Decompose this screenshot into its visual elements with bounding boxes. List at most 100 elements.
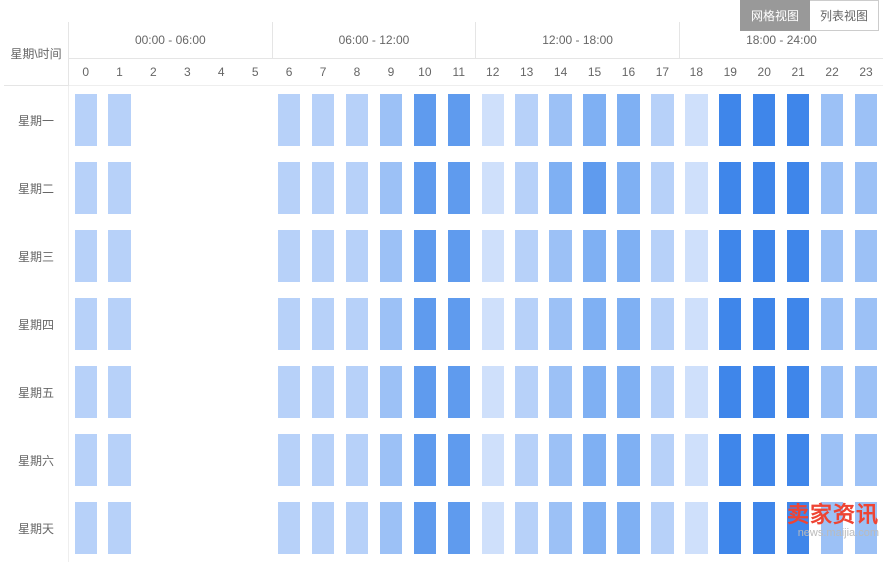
heat-cell[interactable] [102,154,136,222]
heat-cell[interactable] [238,154,272,222]
heat-cell[interactable] [612,86,646,155]
heat-cell[interactable] [510,494,544,562]
heat-cell[interactable] [340,494,374,562]
heat-cell[interactable] [849,154,883,222]
heat-cell[interactable] [170,358,204,426]
heat-cell[interactable] [510,154,544,222]
heat-cell[interactable] [272,290,306,358]
heat-cell[interactable] [815,494,849,562]
heat-cell[interactable] [102,86,136,155]
heat-cell[interactable] [170,426,204,494]
heat-cell[interactable] [272,222,306,290]
heat-cell[interactable] [442,358,476,426]
heat-cell[interactable] [578,426,612,494]
heat-cell[interactable] [578,86,612,155]
heat-cell[interactable] [306,86,340,155]
heat-cell[interactable] [849,290,883,358]
heat-cell[interactable] [612,494,646,562]
heat-cell[interactable] [645,494,679,562]
heat-cell[interactable] [612,154,646,222]
heat-cell[interactable] [849,358,883,426]
heat-cell[interactable] [645,154,679,222]
heat-cell[interactable] [340,426,374,494]
heat-cell[interactable] [170,222,204,290]
heat-cell[interactable] [747,426,781,494]
heat-cell[interactable] [306,222,340,290]
heat-cell[interactable] [306,290,340,358]
heat-cell[interactable] [544,358,578,426]
heat-cell[interactable] [781,86,815,155]
heat-cell[interactable] [713,222,747,290]
heat-cell[interactable] [510,358,544,426]
heat-cell[interactable] [170,154,204,222]
heat-cell[interactable] [849,222,883,290]
heat-cell[interactable] [476,494,510,562]
heat-cell[interactable] [747,494,781,562]
heat-cell[interactable] [510,290,544,358]
heat-cell[interactable] [578,494,612,562]
heat-cell[interactable] [679,222,713,290]
heat-cell[interactable] [510,86,544,155]
heat-cell[interactable] [815,86,849,155]
heat-cell[interactable] [374,222,408,290]
heat-cell[interactable] [713,86,747,155]
heat-cell[interactable] [713,494,747,562]
heat-cell[interactable] [204,154,238,222]
heat-cell[interactable] [69,494,103,562]
heat-cell[interactable] [476,154,510,222]
heat-cell[interactable] [272,86,306,155]
heat-cell[interactable] [679,290,713,358]
heat-cell[interactable] [374,494,408,562]
heat-cell[interactable] [612,222,646,290]
heat-cell[interactable] [136,154,170,222]
heat-cell[interactable] [136,290,170,358]
heat-cell[interactable] [374,86,408,155]
heat-cell[interactable] [476,290,510,358]
heat-cell[interactable] [204,426,238,494]
heat-cell[interactable] [340,154,374,222]
heat-cell[interactable] [849,86,883,155]
heat-cell[interactable] [442,290,476,358]
heat-cell[interactable] [374,290,408,358]
heat-cell[interactable] [781,154,815,222]
heat-cell[interactable] [306,154,340,222]
heat-cell[interactable] [238,290,272,358]
heat-cell[interactable] [238,86,272,155]
heat-cell[interactable] [102,358,136,426]
heat-cell[interactable] [578,358,612,426]
heat-cell[interactable] [713,290,747,358]
heat-cell[interactable] [69,86,103,155]
heat-cell[interactable] [645,222,679,290]
heat-cell[interactable] [544,494,578,562]
heat-cell[interactable] [204,222,238,290]
heat-cell[interactable] [272,494,306,562]
heat-cell[interactable] [713,426,747,494]
heat-cell[interactable] [747,358,781,426]
heat-cell[interactable] [136,494,170,562]
heat-cell[interactable] [204,358,238,426]
heat-cell[interactable] [747,222,781,290]
heat-cell[interactable] [544,426,578,494]
heat-cell[interactable] [612,358,646,426]
heat-cell[interactable] [578,222,612,290]
heat-cell[interactable] [781,426,815,494]
heat-cell[interactable] [170,290,204,358]
heat-cell[interactable] [815,358,849,426]
heat-cell[interactable] [204,86,238,155]
heat-cell[interactable] [815,426,849,494]
heat-cell[interactable] [272,426,306,494]
heat-cell[interactable] [679,358,713,426]
heat-cell[interactable] [442,154,476,222]
heat-cell[interactable] [645,426,679,494]
heat-cell[interactable] [102,426,136,494]
heat-cell[interactable] [781,358,815,426]
heat-cell[interactable] [713,358,747,426]
heat-cell[interactable] [170,86,204,155]
heat-cell[interactable] [69,358,103,426]
heat-cell[interactable] [679,86,713,155]
heat-cell[interactable] [849,426,883,494]
heat-cell[interactable] [136,358,170,426]
heat-cell[interactable] [340,358,374,426]
heat-cell[interactable] [747,86,781,155]
heat-cell[interactable] [408,154,442,222]
